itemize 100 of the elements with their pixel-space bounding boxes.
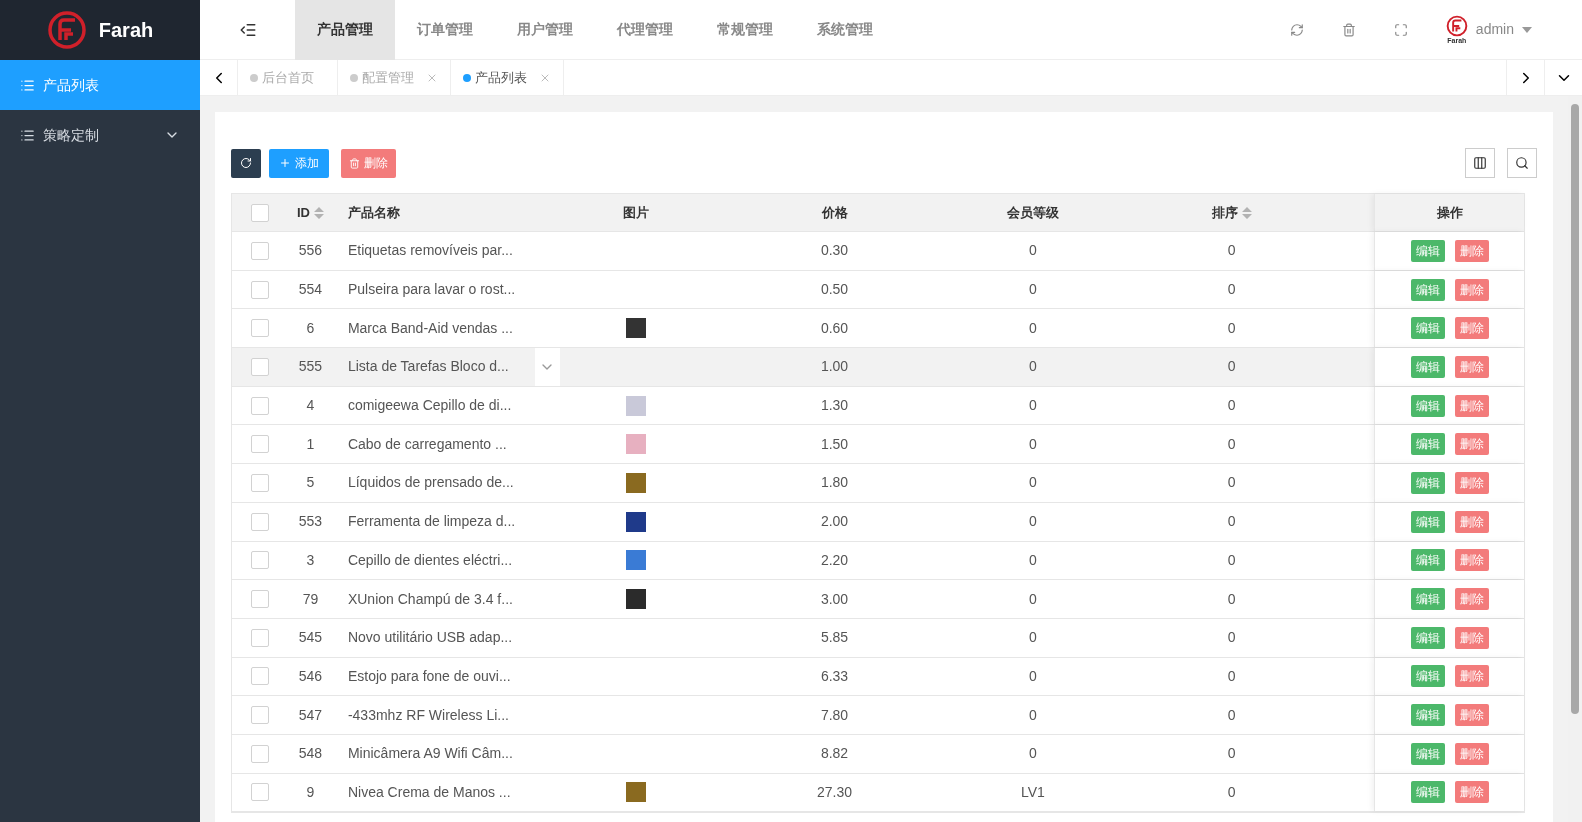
delete-button[interactable]: 删除 (1454, 278, 1489, 301)
table-row[interactable]: 4 comigeewa Cepillo de di... 1.30 0 0 编辑 删除 (232, 386, 1524, 426)
list-icon (20, 77, 35, 93)
table-cell-text: 4 (306, 396, 315, 416)
checkbox[interactable] (250, 783, 269, 802)
table-row[interactable]: 547 -433mhz RF Wireless Li... 7.80 0 0 编辑 删除 (232, 696, 1524, 735)
delete-button[interactable]: 删除 (1454, 317, 1489, 340)
checkbox[interactable] (250, 628, 269, 647)
logo-icon (46, 10, 87, 50)
delete-button[interactable]: 删除 (1454, 781, 1489, 804)
delete-button[interactable]: 删除 (1454, 704, 1489, 727)
edit-button[interactable]: 编辑 (1410, 781, 1445, 804)
top-nav-item[interactable]: 代理管理 (595, 0, 695, 60)
expand-button[interactable] (534, 348, 560, 386)
delete-button[interactable]: 删除 (1454, 742, 1489, 765)
table-row[interactable]: 9 Nivea Crema de Manos ... 27.30 LV1 0 编辑 删除 (232, 773, 1524, 813)
checkbox[interactable] (250, 280, 269, 299)
page-tab[interactable]: 后台首页 (238, 60, 338, 95)
edit-button[interactable]: 编辑 (1410, 588, 1445, 611)
checkbox[interactable] (250, 473, 269, 492)
top-nav-item[interactable]: 订单管理 (395, 0, 495, 60)
table-cell-text: 554 (298, 280, 323, 300)
delete-button[interactable]: 删除 (1454, 471, 1489, 494)
checkbox[interactable] (250, 396, 269, 415)
delete-button[interactable]: 删除 (1454, 239, 1489, 262)
edit-button[interactable]: 编辑 (1410, 742, 1445, 765)
table-cell-text: 0.60 (820, 318, 849, 338)
checkbox[interactable] (250, 357, 269, 376)
edit-button[interactable]: 编辑 (1410, 317, 1445, 340)
checkbox[interactable] (250, 667, 269, 686)
table-row[interactable]: 546 Estojo para fone de ouvi... 6.33 0 0 编辑 删除 (232, 657, 1524, 697)
table-row[interactable]: 6 Marca Band-Aid vendas ... 0.60 0 0 编辑 删除 (232, 309, 1524, 349)
edit-button[interactable]: 编辑 (1410, 510, 1445, 533)
checkbox[interactable] (250, 435, 269, 454)
top-nav-item[interactable]: 系统管理 (795, 0, 895, 60)
add-button[interactable]: 添加 (269, 148, 329, 178)
refresh-icon[interactable] (1289, 22, 1304, 37)
delete-button[interactable]: 删除 (1454, 355, 1489, 378)
top-nav-item[interactable]: 常规管理 (695, 0, 795, 60)
checkbox[interactable] (250, 744, 269, 763)
page-tab[interactable]: 配置管理 (338, 60, 451, 95)
edit-button[interactable]: 编辑 (1410, 665, 1445, 688)
table-cell-text: Minicâmera A9 Wifi Câm... (347, 744, 513, 764)
edit-button[interactable]: 编辑 (1410, 626, 1445, 649)
caret-icon (1522, 26, 1532, 33)
table-cell-text: 0 (1028, 434, 1037, 454)
columns-icon (1473, 156, 1487, 170)
table-row[interactable]: 1 Cabo de carregamento ... 1.50 0 0 编辑 删除 (232, 425, 1524, 465)
table-cell-text: 0 (1028, 744, 1037, 764)
table-row[interactable]: 5 Líquidos de prensado de... 1.80 0 0 编辑 删除 (232, 464, 1524, 503)
table-cell-text: 0 (1028, 589, 1037, 609)
sort-icon[interactable] (313, 206, 324, 219)
checkbox[interactable] (250, 241, 269, 260)
checkbox[interactable] (250, 203, 269, 222)
edit-button[interactable]: 编辑 (1410, 704, 1445, 727)
delete-button[interactable]: 删除 (1454, 665, 1489, 688)
table-row[interactable]: 556 Etiquetas removíveis par... 0.30 0 0 编辑 删除 (232, 232, 1524, 271)
delete-button[interactable]: 删除 (1454, 433, 1489, 456)
sidebar-item[interactable]: 策略定制 (0, 110, 200, 160)
top-nav-item[interactable]: 产品管理 (295, 0, 395, 60)
table-row[interactable]: 553 Ferramenta de limpeza d... 2.00 0 0 编辑 删除 (232, 502, 1524, 542)
delete-button[interactable]: 删除 (1454, 549, 1489, 572)
checkbox[interactable] (250, 512, 269, 531)
checkbox[interactable] (250, 319, 269, 338)
table-cell-text: 1.30 (820, 396, 849, 416)
edit-button[interactable]: 编辑 (1410, 471, 1445, 494)
sort-icon[interactable] (1241, 206, 1252, 219)
delete-button[interactable]: 删除 (1454, 626, 1489, 649)
table-row[interactable]: 79 XUnion Champú de 3.4 f... 3.00 0 0 编辑 删除 (232, 580, 1524, 619)
edit-button[interactable]: 编辑 (1410, 394, 1445, 417)
edit-button[interactable]: 编辑 (1410, 278, 1445, 301)
checkbox[interactable] (250, 590, 269, 609)
search-button[interactable] (1507, 148, 1537, 178)
table-cell-text: 0 (1028, 241, 1037, 261)
checkbox[interactable] (250, 706, 269, 725)
edit-button[interactable]: 编辑 (1410, 355, 1445, 378)
fullscreen-icon[interactable] (1393, 22, 1408, 37)
checkbox[interactable] (250, 551, 269, 570)
table-row[interactable]: 548 Minicâmera A9 Wifi Câm... 8.82 0 0 编辑 删除 (232, 734, 1524, 774)
refresh-button[interactable] (231, 148, 261, 178)
top-nav-item[interactable]: 用户管理 (495, 0, 595, 60)
delete-button[interactable]: 删除 (1454, 588, 1489, 611)
table-cell-text: 0 (1227, 628, 1236, 648)
user-name[interactable]: admin (1475, 19, 1514, 40)
sidebar-item[interactable]: 产品列表 (0, 60, 200, 110)
delete-button[interactable]: 删除 (341, 148, 396, 178)
table-cell-text: Novo utilitário USB adap... (347, 628, 513, 648)
edit-button[interactable]: 编辑 (1410, 549, 1445, 572)
table-row[interactable]: 3 Cepillo de dientes eléctri... 2.20 0 0 编辑 删除 (232, 541, 1524, 581)
trash-icon[interactable] (1341, 22, 1356, 37)
table-row[interactable]: 555 Lista de Tarefas Bloco d... 1.00 0 0 编辑 删除 (232, 348, 1524, 387)
delete-button[interactable]: 删除 (1454, 394, 1489, 417)
columns-button[interactable] (1465, 148, 1495, 178)
table-cell-text: 5 (306, 473, 315, 493)
delete-button[interactable]: 删除 (1454, 510, 1489, 533)
page-tab[interactable]: 产品列表 (451, 60, 564, 95)
table-row[interactable]: 545 Novo utilitário USB adap... 5.85 0 0 编辑 删除 (232, 618, 1524, 658)
edit-button[interactable]: 编辑 (1410, 433, 1445, 456)
edit-button[interactable]: 编辑 (1410, 239, 1445, 262)
table-row[interactable]: 554 Pulseira para lavar o rost... 0.50 0 0 编辑 删除 (232, 270, 1524, 310)
